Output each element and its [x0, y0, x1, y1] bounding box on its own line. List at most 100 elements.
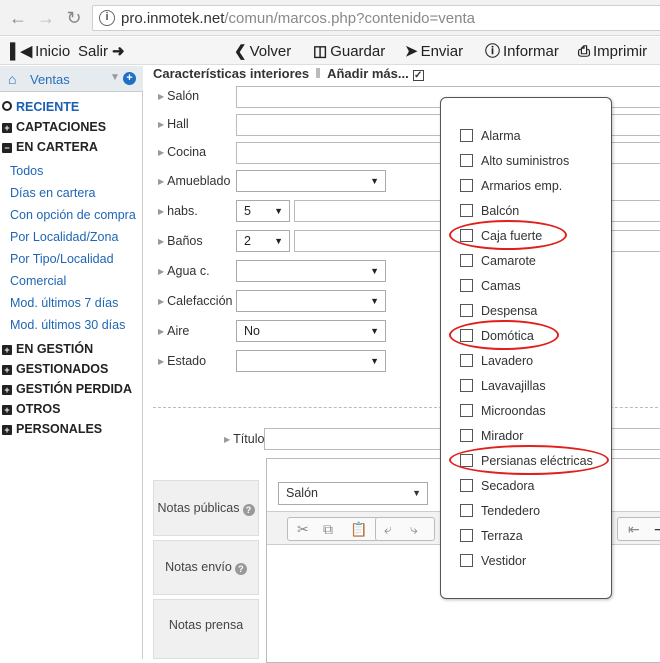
triangle-right-icon: ▶: [158, 237, 165, 246]
option-item[interactable]: Tendedero: [460, 503, 540, 521]
option-checkbox[interactable]: [460, 179, 473, 192]
outdent-icon[interactable]: ⇤: [628, 521, 640, 538]
option-checkbox[interactable]: [460, 304, 473, 317]
sidebar-item-dias-en-cartera[interactable]: Días en cartera: [10, 184, 95, 202]
add-icon[interactable]: +: [123, 72, 136, 85]
indent-icon[interactable]: ⇥: [654, 521, 660, 538]
cut-icon[interactable]: ✂: [297, 521, 309, 538]
checkbox-icon[interactable]: ✓: [412, 70, 424, 81]
salir-button[interactable]: Salir ➜: [78, 42, 128, 62]
reload-icon[interactable]: ↻: [64, 8, 84, 28]
caret-down-icon: ▼: [370, 266, 379, 276]
option-label: Camas: [481, 279, 521, 293]
option-item[interactable]: Lavadero: [460, 353, 533, 371]
option-item[interactable]: Armarios emp.: [460, 178, 562, 196]
help-icon[interactable]: ?: [234, 563, 247, 575]
option-checkbox[interactable]: [460, 479, 473, 492]
add-more-link[interactable]: Añadir más...: [327, 66, 409, 81]
calefaccion-select[interactable]: ▼: [236, 290, 386, 312]
option-checkbox[interactable]: [460, 279, 473, 292]
caret-down-icon[interactable]: ▼: [110, 72, 120, 83]
volver-button[interactable]: ❮ Volver: [234, 42, 291, 62]
option-checkbox[interactable]: [460, 229, 473, 242]
option-checkbox[interactable]: [460, 454, 473, 467]
option-item[interactable]: Camas: [460, 278, 521, 296]
option-item[interactable]: Secadora: [460, 478, 535, 496]
arrow-right-icon[interactable]: →: [36, 8, 56, 28]
section-en-gestion[interactable]: + EN GESTIÓN: [2, 340, 93, 358]
info-icon[interactable]: i: [99, 10, 115, 26]
paste-icon[interactable]: 📋: [350, 521, 367, 538]
home-icon[interactable]: ⌂: [8, 71, 16, 87]
estado-select[interactable]: ▼: [236, 350, 386, 372]
option-checkbox[interactable]: [460, 129, 473, 142]
address-bar[interactable]: i pro.inmotek.net/comun/marcos.php?conte…: [92, 5, 660, 31]
option-checkbox[interactable]: [460, 204, 473, 217]
enviar-button[interactable]: ➤ Enviar: [405, 42, 463, 62]
option-item[interactable]: Balcón: [460, 203, 519, 221]
option-item[interactable]: Microondas: [460, 403, 546, 421]
inicio-button[interactable]: ▌◀ Inicio: [10, 42, 70, 62]
caret-down-icon: ▼: [370, 296, 379, 306]
section-reciente[interactable]: RECIENTE: [2, 98, 79, 116]
imprimir-button[interactable]: ⎙ Imprimir: [578, 42, 647, 62]
option-item[interactable]: Camarote: [460, 253, 536, 271]
sidebar-item-opcion-compra[interactable]: Con opción de compra: [10, 206, 136, 224]
redo-icon[interactable]: ⤷: [410, 521, 418, 538]
option-item[interactable]: Persianas eléctricas: [460, 453, 593, 471]
agua-select[interactable]: ▼: [236, 260, 386, 282]
section-gestionados[interactable]: + GESTIONADOS: [2, 360, 108, 378]
plus-square-icon: +: [2, 425, 12, 435]
sidebar-item-comercial[interactable]: Comercial: [10, 272, 66, 290]
habs-select[interactable]: 5 ▼: [236, 200, 290, 222]
sidebar-item-tipo-localidad[interactable]: Por Tipo/Localidad: [10, 250, 114, 268]
sidebar-item-todos[interactable]: Todos: [10, 162, 43, 180]
triangle-right-icon: ▶: [158, 267, 165, 276]
copy-icon[interactable]: ⧉: [323, 521, 333, 538]
informar-button[interactable]: ⓘ Informar: [485, 42, 559, 62]
chevron-left-icon: ❮: [234, 43, 247, 60]
option-checkbox[interactable]: [460, 504, 473, 517]
banos-select[interactable]: 2 ▼: [236, 230, 290, 252]
option-item[interactable]: Caja fuerte: [460, 228, 542, 246]
amueblado-select[interactable]: ▼: [236, 170, 386, 192]
editor-field-select[interactable]: Salón ▼: [278, 482, 428, 505]
guardar-button[interactable]: ◫ Guardar: [313, 42, 385, 62]
option-checkbox[interactable]: [460, 354, 473, 367]
option-item[interactable]: Vestidor: [460, 553, 526, 571]
option-item[interactable]: Despensa: [460, 303, 537, 321]
option-item[interactable]: Lavavajillas: [460, 378, 546, 396]
triangle-right-icon: ▶: [158, 177, 165, 186]
section-captaciones[interactable]: + CAPTACIONES: [2, 118, 106, 136]
option-checkbox[interactable]: [460, 529, 473, 542]
print-icon: ⎙: [578, 43, 591, 60]
sidebar-header-label[interactable]: Ventas: [30, 72, 70, 87]
option-label: Caja fuerte: [481, 229, 543, 243]
arrow-left-icon[interactable]: ←: [8, 8, 28, 28]
option-checkbox[interactable]: [460, 254, 473, 267]
section-gestion-perdida[interactable]: + GESTIÓN PERDIDA: [2, 380, 132, 398]
option-item[interactable]: Alto suministros: [460, 153, 569, 171]
section-en-cartera[interactable]: − EN CARTERA: [2, 138, 98, 156]
history-group: ⤶ ⤷: [375, 517, 435, 541]
aire-select[interactable]: No ▼: [236, 320, 386, 342]
option-checkbox[interactable]: [460, 379, 473, 392]
option-checkbox[interactable]: [460, 429, 473, 442]
estado-label: ▶ Estado: [158, 354, 207, 368]
sidebar-item-localidad-zona[interactable]: Por Localidad/Zona: [10, 228, 118, 246]
sidebar-item-mod-30-dias[interactable]: Mod. últimos 30 días: [10, 316, 125, 334]
option-item[interactable]: Alarma: [460, 128, 521, 146]
option-item[interactable]: Domótica: [460, 328, 534, 346]
option-checkbox[interactable]: [460, 329, 473, 342]
section-otros[interactable]: + OTROS: [2, 400, 60, 418]
option-checkbox[interactable]: [460, 554, 473, 567]
undo-icon[interactable]: ⤶: [384, 521, 392, 538]
section-personales[interactable]: + PERSONALES: [2, 420, 102, 438]
option-item[interactable]: Terraza: [460, 528, 523, 546]
info-circle-icon: ⓘ: [485, 43, 501, 60]
option-item[interactable]: Mirador: [460, 428, 523, 446]
option-checkbox[interactable]: [460, 404, 473, 417]
sidebar-item-mod-7-dias[interactable]: Mod. últimos 7 días: [10, 294, 118, 312]
help-icon[interactable]: ?: [242, 504, 255, 516]
option-checkbox[interactable]: [460, 154, 473, 167]
